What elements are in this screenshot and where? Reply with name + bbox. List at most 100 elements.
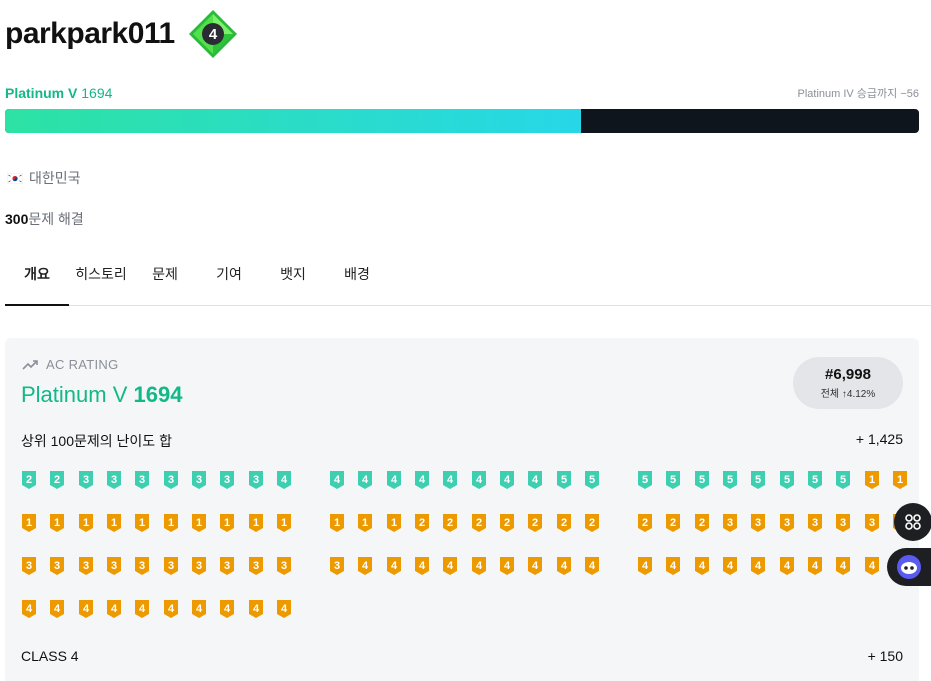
tab-badges[interactable]: 뱃지 xyxy=(261,250,325,305)
silver-tier-icon[interactable]: 3 xyxy=(219,470,235,490)
gold-tier-icon[interactable]: 4 xyxy=(779,556,795,576)
gold-tier-icon[interactable]: 4 xyxy=(835,556,851,576)
silver-tier-icon[interactable]: 5 xyxy=(584,470,600,490)
gold-tier-icon[interactable]: 4 xyxy=(134,599,150,619)
tab-background[interactable]: 배경 xyxy=(325,250,389,305)
gold-tier-icon[interactable]: 1 xyxy=(191,513,207,533)
gold-tier-icon[interactable]: 1 xyxy=(106,513,122,533)
silver-tier-icon[interactable]: 5 xyxy=(835,470,851,490)
gold-tier-icon[interactable]: 3 xyxy=(807,513,823,533)
gold-tier-icon[interactable]: 3 xyxy=(722,513,738,533)
gold-tier-icon[interactable]: 1 xyxy=(78,513,94,533)
gold-tier-icon[interactable]: 1 xyxy=(357,513,373,533)
gold-tier-icon[interactable]: 1 xyxy=(248,513,264,533)
silver-tier-icon[interactable]: 4 xyxy=(442,470,458,490)
chatbot-button[interactable] xyxy=(887,548,931,586)
gold-tier-icon[interactable]: 3 xyxy=(191,556,207,576)
gold-tier-icon[interactable]: 1 xyxy=(134,513,150,533)
gold-tier-icon[interactable]: 4 xyxy=(163,599,179,619)
gold-tier-icon[interactable]: 3 xyxy=(864,513,880,533)
gold-tier-icon[interactable]: 4 xyxy=(807,556,823,576)
gold-tier-icon[interactable]: 2 xyxy=(499,513,515,533)
silver-tier-icon[interactable]: 3 xyxy=(134,470,150,490)
silver-tier-icon[interactable]: 5 xyxy=(722,470,738,490)
gold-tier-icon[interactable]: 2 xyxy=(556,513,572,533)
silver-tier-icon[interactable]: 3 xyxy=(248,470,264,490)
tab-overview[interactable]: 개요 xyxy=(5,250,69,306)
gold-tier-icon[interactable]: 1 xyxy=(892,470,908,490)
gold-tier-icon[interactable]: 4 xyxy=(864,556,880,576)
gold-tier-icon[interactable]: 1 xyxy=(219,513,235,533)
gold-tier-icon[interactable]: 3 xyxy=(779,513,795,533)
gold-tier-icon[interactable]: 3 xyxy=(49,556,65,576)
gold-tier-icon[interactable]: 3 xyxy=(106,556,122,576)
gold-tier-icon[interactable]: 2 xyxy=(665,513,681,533)
gold-tier-icon[interactable]: 2 xyxy=(414,513,430,533)
silver-tier-icon[interactable]: 4 xyxy=(527,470,543,490)
gold-tier-icon[interactable]: 4 xyxy=(49,599,65,619)
tab-problems[interactable]: 문제 xyxy=(133,250,197,305)
gold-tier-icon[interactable]: 3 xyxy=(78,556,94,576)
silver-tier-icon[interactable]: 3 xyxy=(78,470,94,490)
silver-tier-icon[interactable]: 2 xyxy=(21,470,37,490)
gold-tier-icon[interactable]: 2 xyxy=(637,513,653,533)
gold-tier-icon[interactable]: 4 xyxy=(21,599,37,619)
gold-tier-icon[interactable]: 4 xyxy=(584,556,600,576)
gold-tier-icon[interactable]: 2 xyxy=(471,513,487,533)
silver-tier-icon[interactable]: 4 xyxy=(471,470,487,490)
gold-tier-icon[interactable]: 4 xyxy=(750,556,766,576)
gold-tier-icon[interactable]: 3 xyxy=(750,513,766,533)
gold-tier-icon[interactable]: 4 xyxy=(499,556,515,576)
gold-tier-icon[interactable]: 2 xyxy=(442,513,458,533)
tab-contribution[interactable]: 기여 xyxy=(197,250,261,305)
silver-tier-icon[interactable]: 3 xyxy=(191,470,207,490)
gold-tier-icon[interactable]: 4 xyxy=(471,556,487,576)
gold-tier-icon[interactable]: 4 xyxy=(357,556,373,576)
gold-tier-icon[interactable]: 4 xyxy=(191,599,207,619)
gold-tier-icon[interactable]: 4 xyxy=(106,599,122,619)
tier-label[interactable]: Platinum V 1694 xyxy=(5,85,112,101)
tab-history[interactable]: 히스토리 xyxy=(69,250,133,305)
gold-tier-icon[interactable]: 3 xyxy=(163,556,179,576)
gold-tier-icon[interactable]: 1 xyxy=(386,513,402,533)
gold-tier-icon[interactable]: 4 xyxy=(694,556,710,576)
silver-tier-icon[interactable]: 2 xyxy=(49,470,65,490)
gold-tier-icon[interactable]: 4 xyxy=(527,556,543,576)
gold-tier-icon[interactable]: 4 xyxy=(386,556,402,576)
gold-tier-icon[interactable]: 1 xyxy=(163,513,179,533)
gold-tier-icon[interactable]: 3 xyxy=(276,556,292,576)
rank-pill[interactable]: #6,998 전체 ↑4.12% xyxy=(793,357,903,409)
silver-tier-icon[interactable]: 5 xyxy=(556,470,572,490)
silver-tier-icon[interactable]: 5 xyxy=(779,470,795,490)
gold-tier-icon[interactable]: 1 xyxy=(329,513,345,533)
silver-tier-icon[interactable]: 5 xyxy=(807,470,823,490)
gold-tier-icon[interactable]: 2 xyxy=(694,513,710,533)
gold-tier-icon[interactable]: 2 xyxy=(584,513,600,533)
gold-tier-icon[interactable]: 1 xyxy=(276,513,292,533)
gold-tier-icon[interactable]: 3 xyxy=(21,556,37,576)
gold-tier-icon[interactable]: 4 xyxy=(665,556,681,576)
gold-tier-icon[interactable]: 4 xyxy=(276,599,292,619)
silver-tier-icon[interactable]: 4 xyxy=(329,470,345,490)
gold-tier-icon[interactable]: 3 xyxy=(248,556,264,576)
silver-tier-icon[interactable]: 4 xyxy=(499,470,515,490)
apps-grid-button[interactable] xyxy=(894,503,931,541)
silver-tier-icon[interactable]: 4 xyxy=(357,470,373,490)
gold-tier-icon[interactable]: 4 xyxy=(556,556,572,576)
silver-tier-icon[interactable]: 3 xyxy=(163,470,179,490)
class-diamond-icon[interactable]: 4 xyxy=(187,8,239,60)
gold-tier-icon[interactable]: 3 xyxy=(835,513,851,533)
silver-tier-icon[interactable]: 5 xyxy=(694,470,710,490)
gold-tier-icon[interactable]: 1 xyxy=(49,513,65,533)
gold-tier-icon[interactable]: 2 xyxy=(527,513,543,533)
silver-tier-icon[interactable]: 4 xyxy=(386,470,402,490)
gold-tier-icon[interactable]: 4 xyxy=(442,556,458,576)
gold-tier-icon[interactable]: 4 xyxy=(637,556,653,576)
gold-tier-icon[interactable]: 4 xyxy=(78,599,94,619)
gold-tier-icon[interactable]: 3 xyxy=(134,556,150,576)
silver-tier-icon[interactable]: 4 xyxy=(414,470,430,490)
silver-tier-icon[interactable]: 3 xyxy=(106,470,122,490)
gold-tier-icon[interactable]: 1 xyxy=(864,470,880,490)
silver-tier-icon[interactable]: 5 xyxy=(637,470,653,490)
silver-tier-icon[interactable]: 5 xyxy=(665,470,681,490)
